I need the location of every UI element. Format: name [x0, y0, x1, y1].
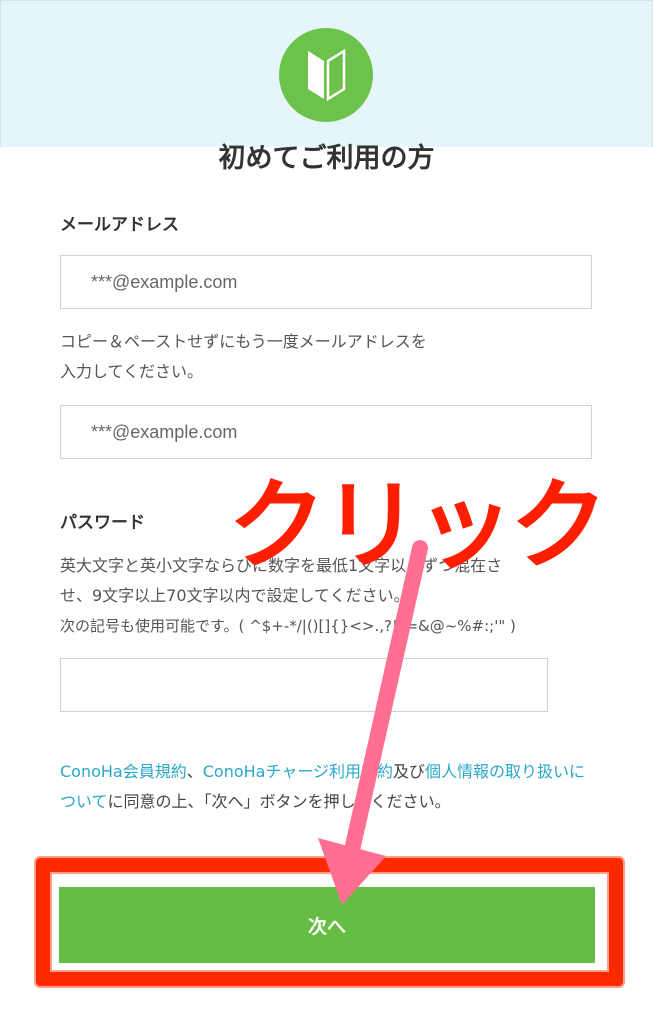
email-field[interactable] — [60, 255, 592, 309]
agreement-sep-2: 及び — [393, 762, 426, 781]
email-label: メールアドレス — [60, 215, 179, 235]
agreement-text: ConoHa会員規約、ConoHaチャージ利用規約及び個人情報の取り扱いについて… — [60, 757, 600, 817]
click-annotation-text: クリック — [228, 469, 608, 583]
page-title: 初めてご利用の方 — [218, 143, 435, 174]
password-note-3: 次の記号も使用可能です。( ^$+-*/|()[]{}<>.,?!_=&@~%#… — [60, 617, 516, 635]
email-confirm-note: コピー＆ペーストせずにもう一度メールアドレスを — [60, 332, 427, 351]
charge-terms-link[interactable]: ConoHaチャージ利用規約 — [203, 762, 393, 781]
email-confirm-note-2: 入力してください。 — [60, 362, 204, 381]
agreement-sep-1: 、 — [186, 762, 203, 781]
member-terms-link[interactable]: ConoHa会員規約 — [60, 762, 187, 781]
beginner-mark-icon — [279, 28, 373, 122]
agreement-body: に同意の上、「次へ」ボタンを押してください。 — [107, 792, 451, 811]
signup-page: 初めてご利用の方 メールアドレス コピー＆ペーストせずにもう一度メールアドレスを… — [0, 0, 653, 1024]
next-button[interactable]: 次へ — [59, 887, 595, 963]
password-label: パスワード — [60, 513, 145, 533]
password-field[interactable] — [60, 658, 548, 712]
